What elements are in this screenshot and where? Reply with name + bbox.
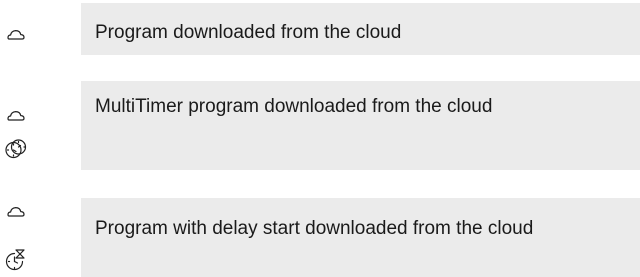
legend-description: Program with delay start downloaded from…	[81, 198, 640, 277]
description-text: MultiTimer program downloaded from the c…	[95, 96, 493, 117]
description-text: Program with delay start downloaded from…	[95, 218, 534, 239]
description-text: Program downloaded from the cloud	[95, 22, 402, 43]
legend-description: MultiTimer program downloaded from the c…	[81, 81, 640, 170]
cloud-icon	[7, 206, 25, 218]
cloud-icon	[7, 110, 25, 122]
cloud-icon	[7, 29, 25, 41]
delay-start-icon	[5, 249, 27, 271]
legend-description: Program downloaded from the cloud	[81, 3, 640, 55]
multitimer-icon	[5, 139, 27, 159]
